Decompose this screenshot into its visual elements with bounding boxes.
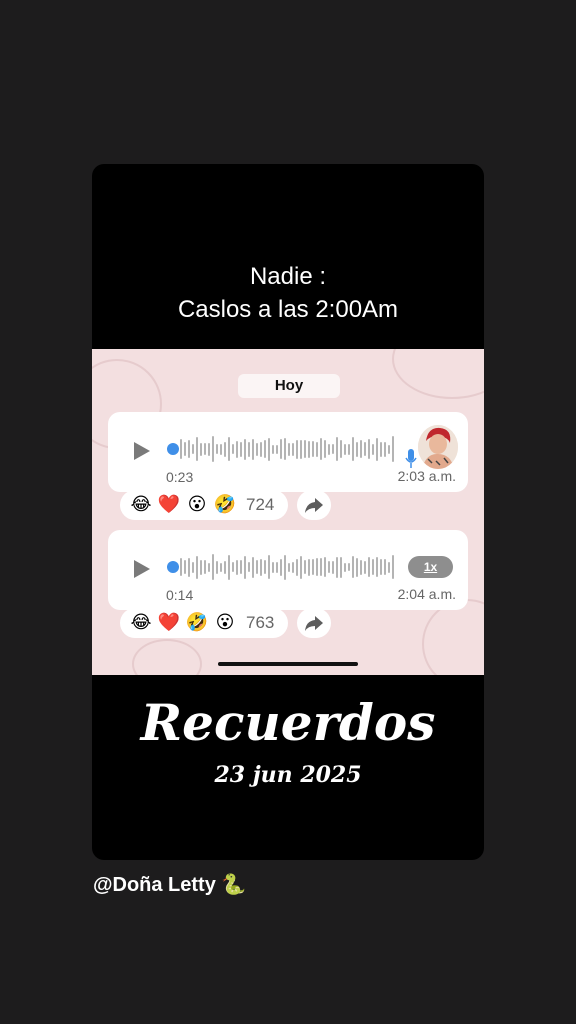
snake-emoji: 🐍 [221, 872, 247, 896]
reaction-laughing-emoji: 😂 [130, 494, 152, 515]
author-name: @Doña Letty [93, 874, 216, 896]
story-card: Nadie : Caslos a las 2:00Am Hoy 0:23 2:0… [92, 164, 484, 860]
story-title: Recuerdos [140, 693, 436, 752]
play-icon[interactable] [134, 560, 150, 578]
voice-duration: 0:23 [166, 469, 194, 485]
forward-icon [305, 498, 323, 513]
reaction-laughing-emoji: 😂 [130, 612, 152, 633]
reaction-heart-emoji: ❤️ [157, 494, 181, 515]
forward-icon [305, 616, 323, 631]
caption-line-1: Nadie : [249, 263, 327, 290]
story-date: 23 jun 2025 [214, 762, 362, 788]
reactions-bar[interactable]: 😂 ❤️ 🤣 😮 763 [120, 608, 288, 638]
reaction-count: 724 [246, 495, 275, 514]
reactions-bar[interactable]: 😂 ❤️ 😮 🤣 724 [120, 490, 288, 520]
caption: Nadie : Caslos a las 2:00Am [92, 260, 484, 326]
home-indicator [218, 662, 358, 666]
wallpaper-doodle [422, 599, 484, 675]
reaction-heart-emoji: ❤️ [157, 612, 181, 633]
message-time: 2:03 a.m. [397, 468, 456, 484]
voice-message[interactable]: 0:23 2:03 a.m. [108, 412, 468, 492]
reaction-rofl-emoji: 🤣 [185, 612, 209, 633]
mic-icon [405, 449, 417, 468]
sender-avatar[interactable] [418, 425, 458, 469]
reaction-count: 763 [246, 613, 275, 632]
reaction-surprised-emoji: 😮 [215, 612, 235, 633]
play-icon[interactable] [134, 442, 150, 460]
message-time: 2:04 a.m. [397, 586, 456, 602]
reaction-surprised-emoji: 😮 [187, 494, 207, 515]
playback-speed-button[interactable]: 1x [408, 556, 453, 578]
forward-button[interactable] [297, 490, 331, 520]
voice-duration: 0:14 [166, 587, 194, 603]
forward-button[interactable] [297, 608, 331, 638]
caption-line-2: Caslos a las 2:00Am [177, 296, 399, 323]
author-handle[interactable]: @Doña Letty 🐍 [93, 872, 246, 897]
playback-position-handle[interactable] [167, 561, 179, 573]
chat-screenshot: Hoy 0:23 2:03 a.m. 😂 ❤️ 😮 🤣 724 0:14 2:0… [92, 349, 484, 675]
playback-position-handle[interactable] [167, 443, 179, 455]
reaction-rofl-emoji: 🤣 [213, 494, 237, 515]
day-divider: Hoy [238, 374, 340, 398]
audio-waveform[interactable] [180, 432, 395, 466]
voice-message[interactable]: 0:14 2:04 a.m. 1x [108, 530, 468, 610]
wallpaper-doodle [132, 639, 202, 675]
audio-waveform[interactable] [180, 550, 395, 584]
wallpaper-doodle [392, 349, 484, 399]
